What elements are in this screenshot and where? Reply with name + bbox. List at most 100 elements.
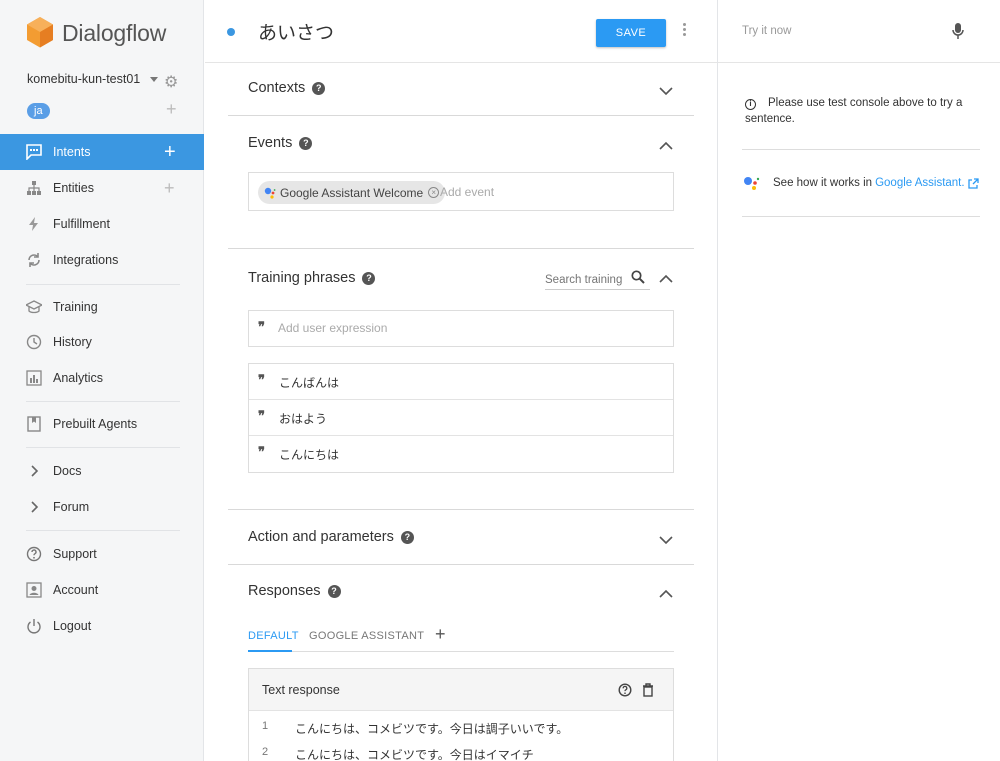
panel-divider xyxy=(742,149,980,150)
event-chip[interactable]: Google Assistant Welcome × xyxy=(258,181,446,204)
help-icon[interactable]: ? xyxy=(327,585,341,598)
text-response-header: Text response xyxy=(249,669,673,711)
chevron-up-icon[interactable] xyxy=(659,272,673,286)
brand-name: Dialogflow xyxy=(62,19,167,46)
trash-icon[interactable] xyxy=(642,683,654,697)
chat-icon xyxy=(26,144,42,160)
events-input[interactable]: Google Assistant Welcome × Add event xyxy=(248,172,674,211)
panel-divider xyxy=(742,216,980,217)
sidebar-item-training[interactable]: Training xyxy=(0,289,204,325)
sidebar-item-docs[interactable]: Docs xyxy=(0,453,204,489)
logo[interactable]: Dialogflow xyxy=(26,16,166,50)
section-divider xyxy=(228,564,694,565)
google-assistant-promo: See how it works in Google Assistant. xyxy=(743,175,979,191)
help-icon[interactable]: ? xyxy=(299,137,313,150)
sidebar-item-history[interactable]: History xyxy=(0,324,204,360)
add-expression-placeholder: Add user expression xyxy=(278,321,388,335)
chevron-up-icon[interactable] xyxy=(659,587,673,601)
list-item[interactable]: ❞ こんにちは xyxy=(249,436,673,472)
response-line[interactable]: 2 こんにちは、コメビツです。今日はイマイチ xyxy=(249,741,673,761)
sidebar-item-support[interactable]: Support xyxy=(0,536,204,572)
chevron-down-icon[interactable] xyxy=(659,84,673,98)
section-title: Events? xyxy=(248,135,313,151)
help-icon[interactable]: ? xyxy=(312,82,326,95)
response-tabs: DEFAULT GOOGLE ASSISTANT + xyxy=(248,624,674,652)
response-text[interactable]: こんにちは、コメビツです。今日は調子いいです。 xyxy=(295,720,568,737)
dialogflow-logo-icon xyxy=(27,17,53,48)
console-info-text: Please use test console above to try a s… xyxy=(745,97,963,125)
save-button[interactable]: SAVE xyxy=(596,19,666,47)
bar-chart-icon xyxy=(26,370,42,386)
sidebar-item-intents[interactable]: Intents + xyxy=(0,134,204,170)
add-tab-icon[interactable]: + xyxy=(435,624,446,645)
sidebar-item-entities[interactable]: Entities + xyxy=(0,170,204,206)
help-icon[interactable]: ? xyxy=(400,531,414,544)
language-badge[interactable]: ja xyxy=(27,103,50,119)
search-icon[interactable] xyxy=(631,270,645,284)
chevron-right-icon xyxy=(31,465,39,477)
account-icon xyxy=(26,582,42,598)
intent-title[interactable]: あいさつ xyxy=(258,18,334,45)
phrase-text[interactable]: こんにちは xyxy=(279,446,339,463)
sidebar-item-forum[interactable]: Forum xyxy=(0,489,204,525)
sync-icon xyxy=(28,253,40,267)
action-section[interactable]: Action and parameters? xyxy=(228,529,694,549)
list-item[interactable]: ❞ こんばんは xyxy=(249,364,673,400)
add-event-input[interactable]: Add event xyxy=(440,185,494,199)
add-language-icon[interactable]: + xyxy=(166,99,177,120)
graduation-cap-icon xyxy=(26,300,42,314)
gear-icon[interactable]: ⚙ xyxy=(164,72,178,92)
tab-google-assistant[interactable]: GOOGLE ASSISTANT xyxy=(309,630,424,642)
clock-icon xyxy=(26,334,42,350)
sidebar-item-integrations[interactable]: Integrations xyxy=(0,242,204,278)
sidebar-item-label: History xyxy=(53,335,92,349)
list-item[interactable]: ❞ おはよう xyxy=(249,400,673,436)
phrase-text[interactable]: こんばんは xyxy=(279,374,339,391)
agent-selector[interactable]: komebitu-kun-test01 xyxy=(27,72,187,86)
events-section[interactable]: Events? xyxy=(228,135,694,155)
try-it-now-input[interactable]: Try it now xyxy=(742,25,791,37)
contexts-section[interactable]: Contexts? xyxy=(228,80,694,100)
entities-icon xyxy=(27,181,41,195)
training-phrase-list: ❞ こんばんは ❞ おはよう ❞ こんにちは xyxy=(248,363,674,473)
quote-icon: ❞ xyxy=(258,320,265,335)
intent-header: あいさつ SAVE xyxy=(205,0,717,63)
remove-chip-icon[interactable]: × xyxy=(428,187,440,198)
chevron-up-icon[interactable] xyxy=(659,139,673,153)
search-input[interactable] xyxy=(545,274,625,286)
section-title: Training phrases? xyxy=(248,270,376,286)
text-response-title: Text response xyxy=(262,683,340,697)
sidebar-item-logout[interactable]: Logout xyxy=(0,608,204,644)
add-expression-field[interactable]: ❞ Add user expression xyxy=(248,310,674,347)
sidebar-item-prebuilt-agents[interactable]: Prebuilt Agents xyxy=(0,406,204,442)
tab-default[interactable]: DEFAULT xyxy=(248,630,299,642)
response-text[interactable]: こんにちは、コメビツです。今日はイマイチ xyxy=(295,746,534,761)
text-response-card: Text response 1 こんにちは、コメビツです。今日は調子いいです。 … xyxy=(248,668,674,761)
help-icon[interactable]: ? xyxy=(362,272,376,285)
sidebar-item-label: Account xyxy=(53,583,99,597)
add-intent-icon[interactable]: + xyxy=(164,142,176,162)
sidebar-item-account[interactable]: Account xyxy=(0,572,204,608)
responses-section: Responses? xyxy=(228,583,694,603)
microphone-icon[interactable] xyxy=(952,22,964,40)
add-entity-icon[interactable]: + xyxy=(164,179,175,197)
sidebar-item-label: Training xyxy=(53,300,98,314)
response-line[interactable]: 1 こんにちは、コメビツです。今日は調子いいです。 xyxy=(249,715,673,741)
language-row: ja + xyxy=(27,99,187,120)
active-tab-indicator xyxy=(248,650,292,652)
chevron-down-icon xyxy=(150,76,159,82)
external-link-icon[interactable] xyxy=(967,177,979,189)
google-assistant-link[interactable]: Google Assistant. xyxy=(875,177,965,189)
power-icon xyxy=(27,619,41,634)
google-assistant-icon xyxy=(264,187,276,199)
help-circle-icon[interactable] xyxy=(618,683,632,697)
google-assistant-icon xyxy=(744,177,760,190)
sidebar-item-analytics[interactable]: Analytics xyxy=(0,360,204,396)
try-it-now-bar: Try it now xyxy=(718,0,1000,63)
chevron-down-icon[interactable] xyxy=(659,533,673,547)
line-number: 1 xyxy=(262,720,269,732)
nav-divider xyxy=(26,284,180,285)
sidebar-item-fulfillment[interactable]: Fulfillment xyxy=(0,206,204,242)
phrase-text[interactable]: おはよう xyxy=(279,410,327,427)
more-options-icon[interactable] xyxy=(683,23,687,38)
